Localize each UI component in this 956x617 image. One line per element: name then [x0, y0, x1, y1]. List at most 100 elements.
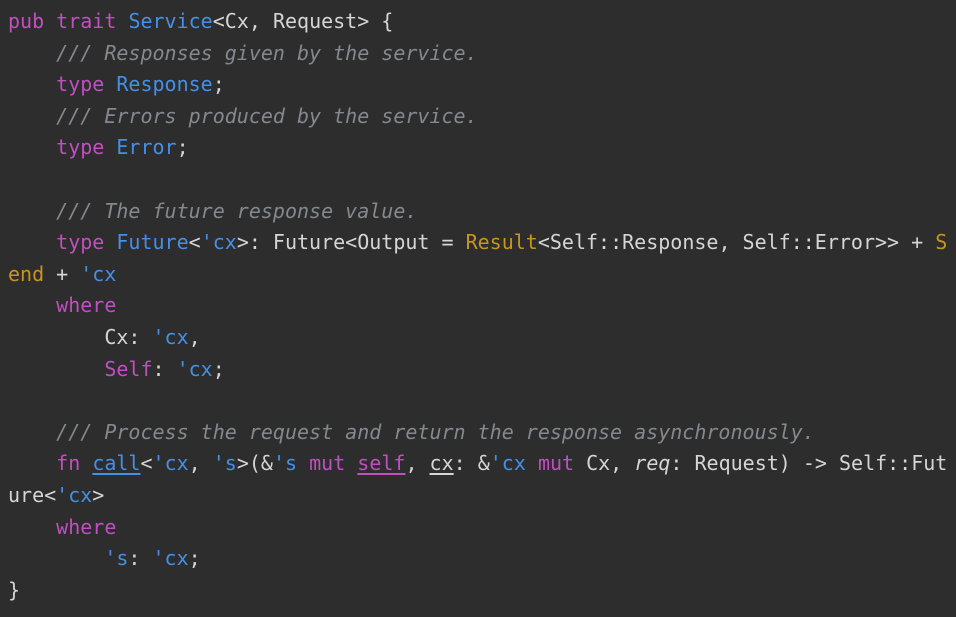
code-token: where: [56, 293, 116, 317]
code-token: where: [56, 515, 116, 539]
code-token: [80, 451, 92, 475]
code-token: [8, 546, 104, 570]
code-token: cx: [430, 451, 454, 475]
code-token: [8, 357, 104, 381]
code-token: ;: [213, 72, 225, 96]
code-token: 'cx: [201, 230, 237, 254]
code-line: /// Responses given by the service.: [8, 38, 956, 70]
code-token: +: [44, 262, 80, 286]
code-token: [8, 41, 56, 65]
code-token: [8, 72, 56, 96]
code-line: }: [8, 575, 956, 607]
code-token: <: [189, 230, 201, 254]
code-token: 'cx: [153, 546, 189, 570]
code-token: : &: [454, 451, 490, 475]
code-token: [104, 135, 116, 159]
code-line: /// The future response value.: [8, 196, 956, 228]
code-line: where: [8, 290, 956, 322]
code-token: Response: [116, 72, 212, 96]
code-token: 'cx: [153, 451, 189, 475]
code-token: 'cx: [490, 451, 526, 475]
code-token: [345, 451, 357, 475]
code-token: >: [92, 483, 104, 507]
code-token: trait: [56, 9, 116, 33]
code-token: 'cx: [80, 262, 116, 286]
code-token: [8, 199, 56, 223]
code-line: end + 'cx: [8, 259, 956, 291]
code-token: req: [634, 451, 670, 475]
code-token: /// Process the request and return the r…: [56, 420, 815, 444]
code-line: /// Errors produced by the service.: [8, 101, 956, 133]
code-token: [297, 451, 309, 475]
code-token: :: [153, 357, 177, 381]
code-token: [8, 420, 56, 444]
code-token: Service: [128, 9, 212, 33]
code-token: Future: [116, 230, 188, 254]
code-line: type Future<'cx>: Future<Output = Result…: [8, 227, 956, 259]
code-token: 's: [213, 451, 237, 475]
code-token: : Request) -> Self::Fut: [670, 451, 947, 475]
code-token: [8, 104, 56, 128]
code-token: [104, 72, 116, 96]
code-token: 'cx: [153, 325, 189, 349]
code-token: ,: [405, 451, 429, 475]
code-token: [8, 451, 56, 475]
code-token: 'cx: [56, 483, 92, 507]
code-token: <: [140, 451, 152, 475]
code-token: <Cx, Request> {: [213, 9, 394, 33]
code-token: [8, 515, 56, 539]
code-token: /// The future response value.: [56, 199, 417, 223]
code-token: pub: [8, 9, 44, 33]
code-token: <Self::Response, Self::Error>> +: [538, 230, 935, 254]
code-token: }: [8, 578, 20, 602]
code-line: where: [8, 512, 956, 544]
code-line: Self: 'cx;: [8, 354, 956, 386]
code-token: :: [128, 546, 152, 570]
code-token: [526, 451, 538, 475]
code-token: Result: [466, 230, 538, 254]
code-token: end: [8, 262, 44, 286]
code-token: 's: [273, 451, 297, 475]
code-token: type: [56, 135, 104, 159]
code-token: [8, 293, 56, 317]
code-token: >: Future<Output =: [237, 230, 466, 254]
code-line: fn call<'cx, 's>(&'s mut self, cx: &'cx …: [8, 448, 956, 480]
code-token: ;: [213, 357, 225, 381]
code-token: mut: [538, 451, 574, 475]
code-token: [8, 230, 56, 254]
code-token: Cx,: [574, 451, 634, 475]
code-line: 's: 'cx;: [8, 543, 956, 575]
code-token: call: [92, 451, 140, 475]
code-token: ure<: [8, 483, 56, 507]
code-token: 's: [104, 546, 128, 570]
code-editor: pub trait Service<Cx, Request> { /// Res…: [0, 0, 956, 606]
code-token: ,: [189, 325, 201, 349]
code-line: /// Process the request and return the r…: [8, 417, 956, 449]
code-token: fn: [56, 451, 80, 475]
code-token: S: [935, 230, 947, 254]
code-line: type Error;: [8, 132, 956, 164]
code-token: [104, 230, 116, 254]
code-line: ure<'cx>: [8, 480, 956, 512]
code-token: Self: [104, 357, 152, 381]
code-token: /// Responses given by the service.: [56, 41, 477, 65]
code-token: type: [56, 72, 104, 96]
code-token: /// Errors produced by the service.: [56, 104, 477, 128]
code-screenshot: { "editor": { "language": "rust", "palet…: [0, 0, 956, 617]
code-token: [8, 135, 56, 159]
code-token: self: [357, 451, 405, 475]
code-line: type Response;: [8, 69, 956, 101]
code-token: [44, 9, 56, 33]
code-line: Cx: 'cx,: [8, 322, 956, 354]
code-token: type: [56, 230, 104, 254]
code-token: ,: [189, 451, 213, 475]
code-token: ;: [177, 135, 189, 159]
code-token: mut: [309, 451, 345, 475]
code-line: pub trait Service<Cx, Request> {: [8, 6, 956, 38]
code-token: Error: [116, 135, 176, 159]
code-line: [8, 164, 956, 196]
code-token: >(&: [237, 451, 273, 475]
code-line: [8, 385, 956, 417]
code-token: Cx:: [8, 325, 153, 349]
code-token: ;: [189, 546, 201, 570]
